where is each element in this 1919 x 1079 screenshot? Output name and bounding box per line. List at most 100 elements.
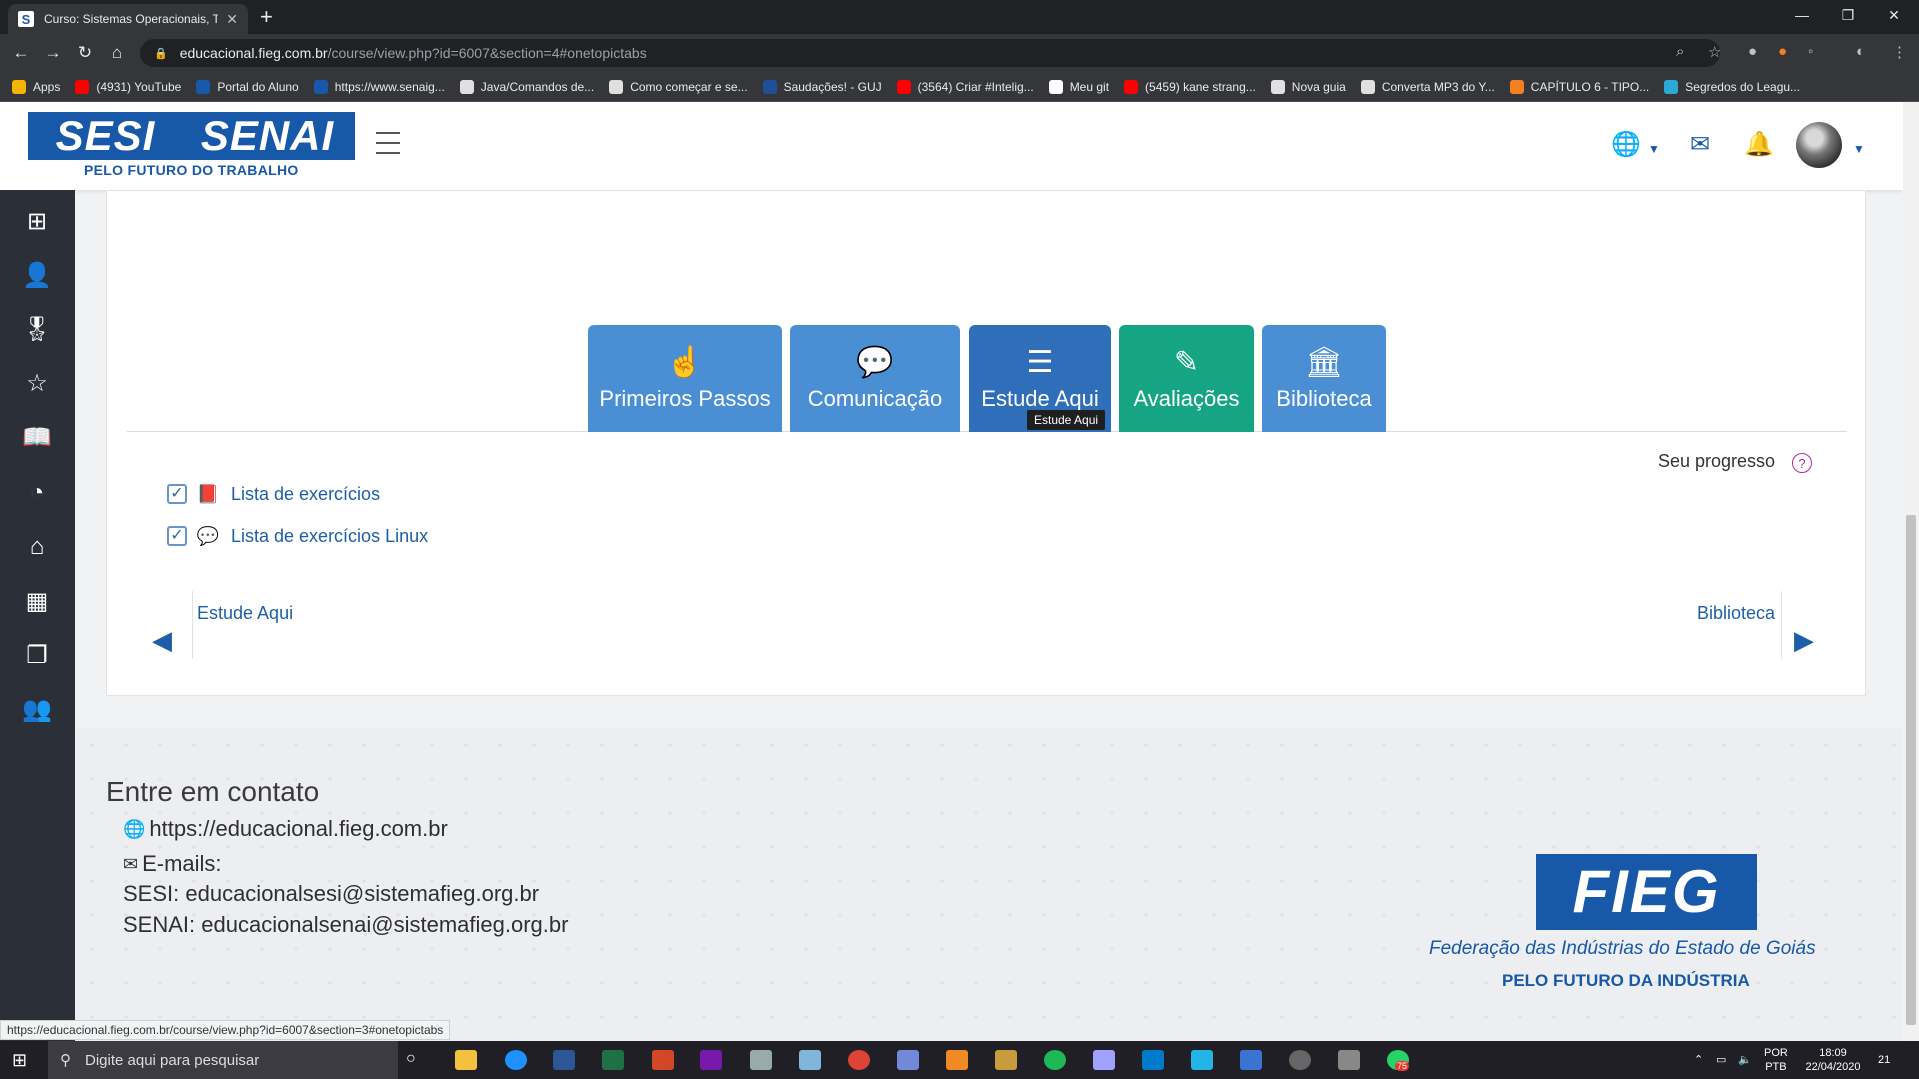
completion-checkbox[interactable]: ✓	[167, 526, 187, 546]
bookmark-item[interactable]: (3564) Criar #Intelig...	[896, 79, 1034, 94]
tray-chevron-icon[interactable]: ⌃	[1694, 1053, 1703, 1067]
minimize-button[interactable]: —	[1779, 0, 1825, 30]
calendar-icon[interactable]: ▦	[22, 586, 52, 616]
previous-section-link[interactable]: Estude Aqui	[197, 603, 293, 624]
extension-icon[interactable]: ●	[1778, 43, 1787, 60]
contact-site-link[interactable]: https://educacional.fieg.com.br	[149, 816, 447, 842]
app-icon[interactable]	[946, 1050, 968, 1070]
next-section-link[interactable]: Biblioteca	[1697, 603, 1775, 624]
help-question-icon[interactable]: ?	[1792, 453, 1812, 473]
app-icon[interactable]	[1289, 1050, 1311, 1070]
previous-section-arrow-icon[interactable]: ◀	[152, 625, 172, 656]
app-icon[interactable]	[1093, 1050, 1115, 1070]
edge-icon[interactable]	[505, 1050, 527, 1070]
windows-start-icon[interactable]: ⊞	[12, 1050, 27, 1071]
forward-button[interactable]: →	[42, 42, 64, 64]
activity-link[interactable]: Lista de exercícios Linux	[231, 526, 428, 547]
clock[interactable]: 18:09 22/04/2020	[1802, 1046, 1864, 1074]
spotify-icon[interactable]	[1044, 1050, 1066, 1070]
bookmark-item[interactable]: (5459) kane strang...	[1124, 79, 1256, 94]
discord-icon[interactable]	[897, 1050, 919, 1070]
language-globe-icon[interactable]: 🌐	[1611, 130, 1641, 159]
reload-button[interactable]: ↻	[74, 42, 96, 64]
apps-grid-icon	[12, 79, 26, 94]
user-avatar[interactable]	[1796, 122, 1842, 168]
contact-emails: ✉ E-mails:	[123, 851, 222, 877]
favorites-star-icon[interactable]: ☆	[22, 368, 52, 398]
sesi-email[interactable]: SESI: educacionalsesi@sistemafieg.org.br	[123, 881, 539, 907]
tab-primeiros-passos[interactable]: ☝ Primeiros Passos	[588, 325, 782, 432]
app-icon[interactable]	[1191, 1050, 1213, 1070]
app-icon[interactable]	[799, 1050, 821, 1070]
vscode-icon[interactable]	[1142, 1050, 1164, 1070]
chevron-down-icon[interactable]: ▼	[1648, 142, 1660, 156]
language-indicator[interactable]: POR PTB	[1764, 1046, 1788, 1074]
extension-icon[interactable]: ●	[1748, 43, 1757, 60]
powerpoint-icon[interactable]	[652, 1050, 674, 1070]
bookmark-star-icon[interactable]: ☆	[1708, 43, 1721, 61]
file-explorer-icon[interactable]	[455, 1050, 477, 1070]
bookmark-item[interactable]: Como começar e se...	[609, 79, 748, 94]
sesi-logo[interactable]: SESI	[28, 112, 183, 160]
participants-icon[interactable]: 👤	[22, 260, 52, 290]
tab-avaliacoes[interactable]: ✎ Avaliações	[1119, 325, 1254, 432]
bookmark-item[interactable]: Portal do Aluno	[196, 79, 299, 94]
bookmark-item[interactable]: Converta MP3 do Y...	[1360, 79, 1495, 94]
network-icon[interactable]: ▭	[1716, 1053, 1726, 1067]
home-button[interactable]: ⌂	[106, 42, 128, 64]
bookmark-item[interactable]: Segredos do Leagu...	[1664, 79, 1800, 94]
gauge-icon[interactable]: ◔	[22, 478, 52, 508]
notifications-bell-icon[interactable]: 🔔	[1744, 130, 1774, 159]
completion-checkbox[interactable]: ✓	[167, 484, 187, 504]
bookmark-item[interactable]: CAPÍTULO 6 - TIPO...	[1509, 79, 1649, 94]
chevron-down-icon[interactable]: ▼	[1853, 142, 1865, 156]
new-tab-button[interactable]: +	[260, 6, 273, 28]
app-icon[interactable]	[750, 1050, 772, 1070]
app-icon[interactable]	[1240, 1050, 1262, 1070]
address-bar[interactable]: 🔒 educacional.fieg.com.br /course/view.p…	[140, 39, 1720, 67]
zoom-icon[interactable]: ⌕	[1676, 43, 1684, 60]
files-icon[interactable]: ❐	[22, 640, 52, 670]
bookmark-item[interactable]: https://www.senaig...	[313, 79, 445, 94]
messages-envelope-icon[interactable]: ✉	[1690, 130, 1710, 159]
league-icon[interactable]	[995, 1050, 1017, 1070]
hamburger-menu-icon[interactable]	[376, 132, 400, 154]
taskbar-search[interactable]: ⚲ Digite aqui para pesquisar	[48, 1041, 398, 1079]
profile-icon[interactable]: ◐	[1856, 43, 1865, 60]
activity-link[interactable]: Lista de exercícios	[231, 484, 380, 505]
bookmark-item[interactable]: Meu git	[1048, 79, 1109, 94]
logo-tagline: PELO FUTURO DO TRABALHO	[84, 162, 299, 178]
senai-email[interactable]: SENAI: educacionalsenai@sistemafieg.org.…	[123, 912, 568, 938]
close-window-button[interactable]: ✕	[1871, 0, 1917, 30]
courses-book-icon[interactable]: 📖	[22, 422, 52, 452]
next-section-arrow-icon[interactable]: ▶	[1794, 625, 1814, 656]
app-icon[interactable]	[1338, 1050, 1360, 1070]
activity-item: ✓ 📕 Lista de exercícios	[167, 481, 380, 507]
onenote-icon[interactable]	[700, 1050, 722, 1070]
excel-icon[interactable]	[602, 1050, 624, 1070]
dashboard-grid-icon[interactable]: ⊞	[22, 206, 52, 236]
word-icon[interactable]	[553, 1050, 575, 1070]
action-center-icon[interactable]: 21	[1878, 1053, 1890, 1067]
extension-icon[interactable]: ◦	[1808, 43, 1813, 60]
bookmark-item[interactable]: (4931) YouTube	[75, 79, 181, 94]
close-tab-icon[interactable]: ✕	[226, 11, 238, 28]
bookmark-item[interactable]: Java/Comandos de...	[459, 79, 594, 94]
menu-dots-icon[interactable]: ⋮	[1892, 43, 1907, 61]
home-icon[interactable]: ⌂	[22, 532, 52, 562]
bookmark-item[interactable]: Nova guia	[1270, 79, 1346, 94]
volume-icon[interactable]: 🔈	[1738, 1053, 1752, 1067]
bookmark-item[interactable]: Apps	[12, 79, 60, 94]
browser-tab[interactable]: S Curso: Sistemas Operacionais, To ✕	[8, 4, 248, 34]
back-button[interactable]: ←	[10, 42, 32, 64]
chrome-icon[interactable]	[848, 1050, 870, 1070]
tab-biblioteca[interactable]: 🏛 Biblioteca	[1262, 325, 1386, 432]
bookmark-item[interactable]: Saudações! - GUJ	[762, 79, 882, 94]
badges-icon[interactable]: 🎖	[22, 314, 52, 344]
scrollbar-thumb[interactable]	[1906, 515, 1916, 1025]
cortana-icon[interactable]: ○	[406, 1050, 428, 1070]
user-settings-icon[interactable]: 👥	[22, 694, 52, 724]
tab-comunicacao[interactable]: 💬 Comunicação	[790, 325, 960, 432]
restore-button[interactable]: ❐	[1825, 0, 1871, 30]
senai-logo[interactable]: SENAI	[180, 112, 355, 160]
